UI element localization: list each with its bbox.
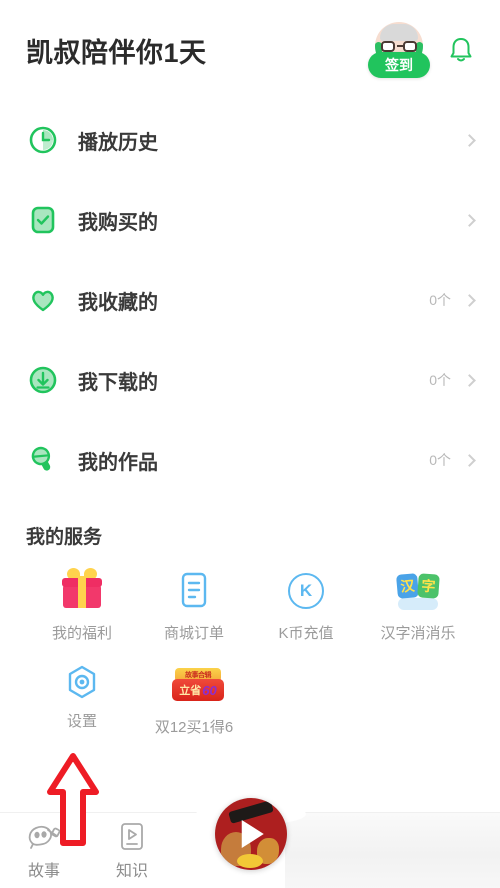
avatar-hair: [380, 24, 418, 41]
service-item-label: 我的福利: [51, 625, 112, 642]
mine-page: 凯叔陪伴你1天 签到 播放历史 我购买的 我收藏的 0个 我下载的 0个 我的作…: [0, 0, 500, 888]
avatar-glasses-left: [381, 41, 395, 52]
heart-icon: [26, 283, 60, 317]
hanzi-tile-right: 字: [417, 573, 440, 599]
list-item-count: 0个: [429, 452, 451, 468]
list-item-play-history[interactable]: 播放历史: [26, 100, 476, 180]
clock-icon: [26, 123, 60, 157]
nav-item-label: 知识: [115, 863, 148, 880]
service-item-promo[interactable]: 故事合辑 立省 60 双12买1得6: [138, 657, 250, 737]
nav-item-label: 故事: [27, 863, 60, 880]
list-item-label: 我的作品: [78, 451, 158, 474]
settings-hexagon-icon: [63, 663, 101, 701]
list-item-downloads[interactable]: 我下载的 0个: [26, 340, 476, 420]
service-item-label: 设置: [66, 713, 97, 730]
signin-button[interactable]: 签到: [368, 52, 430, 78]
list-item-count: 0个: [429, 372, 451, 388]
services-grid: 我的福利 商城订单 K K币充值 汉 字 汉字消消乐 设置 故事合辑 立省 60…: [26, 563, 474, 737]
service-item-label: 商城订单: [163, 625, 224, 642]
avatar-glasses-right: [403, 41, 417, 52]
service-item-orders[interactable]: 商城订单: [138, 563, 250, 643]
promo-badge-icon: 故事合辑 立省 60: [172, 663, 224, 707]
page-title: 凯叔陪伴你1天: [26, 37, 207, 68]
hanzi-tile-left: 汉: [395, 573, 420, 599]
promo-main-text: 立省: [179, 685, 202, 697]
k-coin-icon: K: [284, 569, 328, 613]
header-actions: 签到: [368, 22, 474, 78]
list-item-favorites[interactable]: 我收藏的 0个: [26, 260, 476, 340]
list-item-my-works[interactable]: 我的作品 0个: [26, 420, 476, 500]
list-item-purchased[interactable]: 我购买的: [26, 180, 476, 260]
service-item-kcoin-recharge[interactable]: K K币充值: [250, 563, 362, 643]
list-item-count: 0个: [429, 292, 451, 308]
list-item-label: 我购买的: [78, 211, 158, 234]
floating-player-button[interactable]: [215, 798, 287, 870]
download-icon: [26, 363, 60, 397]
list-item-label: 播放历史: [78, 131, 158, 154]
promo-number: 60: [202, 682, 217, 698]
list-item-label: 我收藏的: [78, 291, 158, 314]
promo-main: 立省 60: [172, 679, 224, 701]
chevron-right-icon: [463, 133, 476, 147]
hanzi-game-icon: 汉 字: [395, 569, 440, 613]
hanzi-shadow: [398, 598, 438, 610]
play-box-icon: [112, 821, 152, 853]
account-list: 播放历史 我购买的 我收藏的 0个 我下载的 0个 我的作品 0个: [0, 100, 500, 500]
bottom-bar-faded-area: [285, 813, 500, 888]
notification-bell-icon[interactable]: [448, 35, 474, 65]
play-triangle-icon: [241, 820, 264, 848]
service-item-hanzi-game[interactable]: 汉 字 汉字消消乐: [362, 563, 474, 643]
player-artwork-4: [237, 854, 263, 868]
chevron-right-icon: [463, 373, 476, 387]
service-item-settings[interactable]: 设置: [26, 657, 138, 737]
gift-ribbon: [78, 576, 86, 608]
gift-icon: [60, 568, 104, 613]
service-item-label: 汉字消消乐: [380, 625, 456, 642]
service-item-label: 双12买1得6: [154, 719, 234, 736]
avatar-glasses-bridge: [397, 45, 403, 48]
service-item-label: K币充值: [278, 625, 334, 642]
list-item-label: 我下载的: [78, 371, 158, 394]
chevron-right-icon: [463, 453, 476, 467]
services-title: 我的服务: [26, 527, 103, 548]
check-square-icon: [26, 203, 60, 237]
annotation-arrow-up: [42, 752, 104, 847]
k-coin-letter: K: [288, 573, 324, 609]
order-document-icon: [172, 569, 216, 613]
chevron-right-icon: [463, 293, 476, 307]
avatar-signin-group[interactable]: 签到: [368, 22, 430, 78]
page-header: 凯叔陪伴你1天 签到: [0, 0, 500, 100]
services-section: 我的服务 我的福利 商城订单 K K币充值 汉 字 汉字消消乐 设置 故事合辑 …: [0, 500, 500, 737]
chevron-right-icon: [463, 213, 476, 227]
microphone-icon: [26, 443, 60, 477]
service-item-benefits[interactable]: 我的福利: [26, 563, 138, 643]
